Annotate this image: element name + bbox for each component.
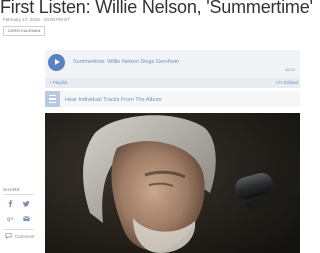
track-title[interactable]: Summertime: Willie Nelson Sings Gershwin — [73, 59, 179, 65]
comment-label: Comment — [15, 233, 35, 239]
list-icon — [45, 91, 60, 107]
article-photo — [45, 113, 300, 253]
play-button[interactable] — [48, 54, 65, 71]
facebook-icon[interactable] — [7, 200, 14, 207]
email-icon[interactable] — [23, 215, 30, 222]
share-section: SHARE — [3, 187, 36, 192]
page-title: First Listen: Willie Nelson, 'Summertime… — [0, 0, 313, 17]
willie-nelson-photo — [45, 113, 300, 253]
google-plus-icon[interactable]: g+ — [7, 215, 14, 222]
playlist-label: Playlist — [52, 80, 68, 85]
svg-text:g+: g+ — [7, 217, 14, 222]
dateline: February 17, 2016 · 10:00 PM ET — [3, 17, 71, 22]
comment-button[interactable]: Comment — [5, 233, 35, 239]
author-button[interactable]: CHRIS KALEMAN — [3, 26, 45, 36]
twitter-icon[interactable] — [23, 200, 30, 207]
share-label: SHARE — [3, 187, 21, 192]
tracks-link[interactable]: Hear Individual Tracks From The Album — [65, 97, 162, 103]
player-toolbar — [45, 78, 300, 88]
track-duration: 38:34 — [285, 67, 296, 72]
comment-icon — [5, 233, 12, 239]
playlist-button[interactable]: + Playlist — [49, 80, 67, 85]
divider — [3, 229, 34, 230]
divider — [3, 194, 34, 195]
embed-button[interactable]: </> Embed — [276, 80, 298, 85]
embed-label: Embed — [283, 80, 299, 85]
